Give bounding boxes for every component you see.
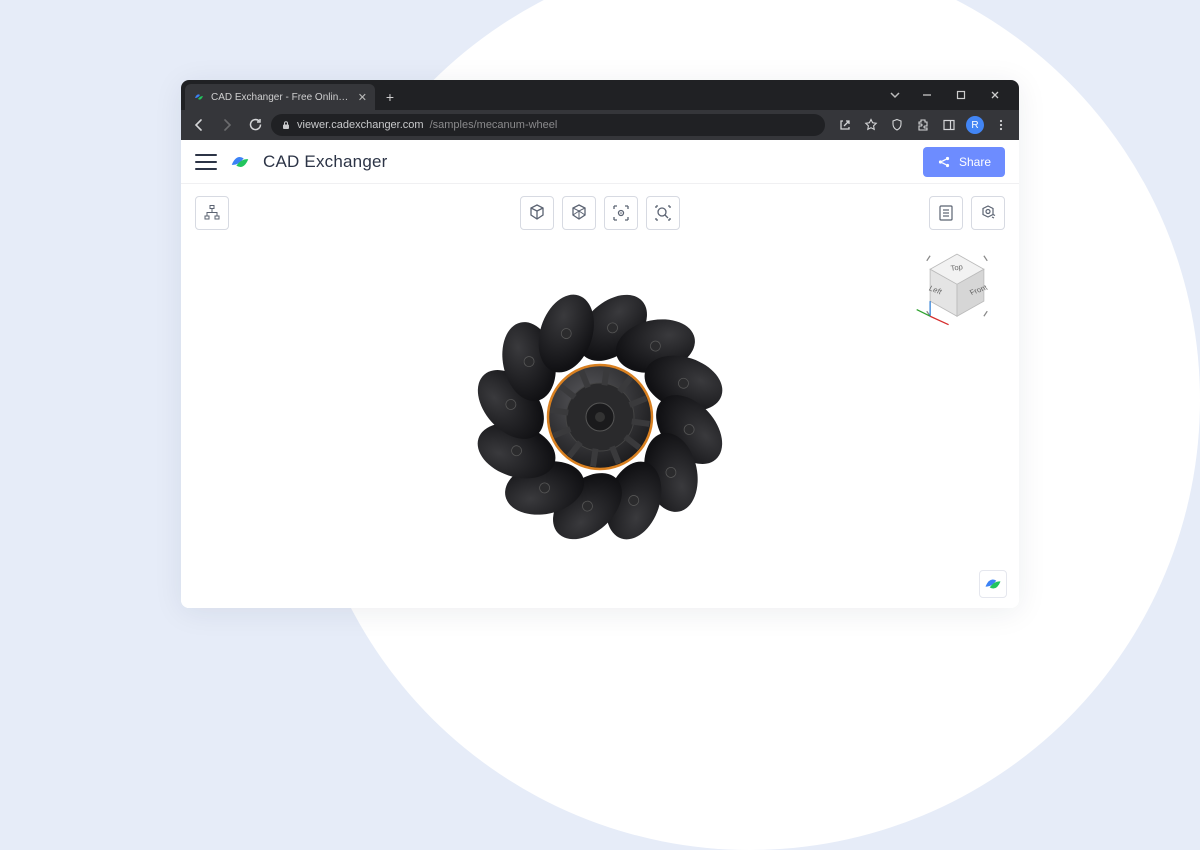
window-maximize-button[interactable]	[945, 82, 977, 108]
share-label: Share	[959, 155, 991, 169]
browser-tab-bar: CAD Exchanger - Free Online Vie ✕ +	[181, 80, 1019, 110]
view-cube[interactable]: Top Left Front	[915, 244, 999, 328]
lock-icon	[281, 120, 291, 130]
browser-window: CAD Exchanger - Free Online Vie ✕ +	[181, 80, 1019, 608]
nav-reload-button[interactable]	[243, 113, 267, 137]
tab-favicon-icon	[193, 91, 205, 103]
app-header: CAD Exchanger Share	[181, 140, 1019, 184]
viewport-3d[interactable]: Top Left Front	[181, 184, 1019, 608]
nav-forward-button[interactable]	[215, 113, 239, 137]
app-container: CAD Exchanger Share	[181, 140, 1019, 608]
shield-icon[interactable]	[885, 113, 909, 137]
url-host: viewer.cadexchanger.com	[297, 119, 424, 131]
extensions-icon[interactable]	[911, 113, 935, 137]
new-tab-button[interactable]: +	[379, 86, 401, 108]
zoom-selection-button[interactable]	[646, 196, 680, 230]
tab-close-icon[interactable]: ✕	[358, 91, 367, 104]
properties-button[interactable]	[929, 196, 963, 230]
share-url-icon[interactable]	[833, 113, 857, 137]
window-minimize-button[interactable]	[911, 82, 943, 108]
corner-logo-button[interactable]	[979, 570, 1007, 598]
browser-menu-icon[interactable]	[989, 113, 1013, 137]
profile-avatar[interactable]: R	[963, 113, 987, 137]
url-input[interactable]: viewer.cadexchanger.com/samples/mecanum-…	[271, 114, 825, 136]
structure-tree-button[interactable]	[195, 196, 229, 230]
hamburger-menu-button[interactable]	[195, 154, 217, 170]
app-logo-icon	[229, 151, 251, 173]
tab-title: CAD Exchanger - Free Online Vie	[211, 92, 352, 103]
settings-button[interactable]	[971, 196, 1005, 230]
share-icon	[937, 155, 951, 169]
viewcube-top: Top	[950, 262, 963, 273]
nav-back-button[interactable]	[187, 113, 211, 137]
model-3d-preview	[470, 287, 730, 547]
tabs-chevron-icon[interactable]	[881, 89, 909, 101]
bookmark-star-icon[interactable]	[859, 113, 883, 137]
share-button[interactable]: Share	[923, 147, 1005, 177]
app-brand: CAD Exchanger	[263, 152, 388, 172]
toolbar-right	[929, 196, 1005, 230]
browser-address-bar: viewer.cadexchanger.com/samples/mecanum-…	[181, 110, 1019, 140]
browser-tab[interactable]: CAD Exchanger - Free Online Vie ✕	[185, 84, 375, 110]
display-mode-wireframe-button[interactable]	[562, 196, 596, 230]
display-mode-solid-button[interactable]	[520, 196, 554, 230]
toolbar-center	[520, 196, 680, 230]
avatar-initial: R	[971, 120, 978, 131]
window-close-button[interactable]	[979, 82, 1011, 108]
sidepanel-icon[interactable]	[937, 113, 961, 137]
fit-all-button[interactable]	[604, 196, 638, 230]
url-path: /samples/mecanum-wheel	[430, 119, 558, 131]
toolbar-left	[195, 196, 229, 230]
corner-logo-icon	[983, 574, 1003, 594]
